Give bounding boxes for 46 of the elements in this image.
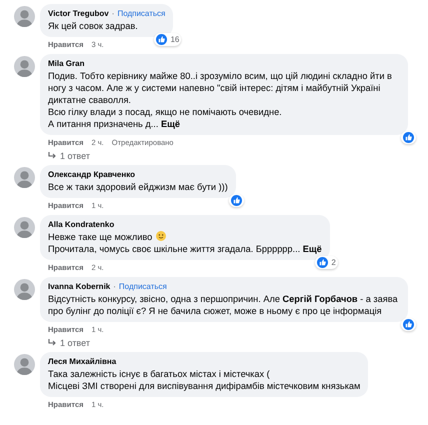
reaction-badge[interactable] (401, 131, 416, 144)
see-more-link[interactable]: Ещё (302, 244, 322, 254)
avatar[interactable] (14, 279, 35, 300)
thumbs-up-icon (403, 319, 414, 330)
avatar[interactable] (14, 354, 35, 375)
avatar[interactable] (14, 56, 35, 77)
author-name[interactable]: Alla Kondratenko (48, 219, 114, 231)
separator-dot: · (113, 282, 116, 291)
author-name[interactable]: Mila Gran (48, 58, 84, 70)
avatar[interactable] (14, 217, 35, 238)
replies-link[interactable]: 1 ответ (40, 335, 90, 348)
thumbs-up-icon (317, 257, 328, 268)
author-name[interactable]: Олександр Кравченко (48, 169, 135, 181)
comment-text: Місцеві ЗМІ створені для виспівування дифірамбів містечковим князькам (48, 381, 360, 391)
reaction-badge[interactable]: 16 (154, 33, 182, 46)
author-name[interactable]: Леся Михайлівна (48, 356, 116, 368)
author-name[interactable]: Victor Tregubov (48, 8, 109, 20)
thumbs-up-icon (230, 195, 242, 206)
see-more-link[interactable]: Ещё (160, 119, 180, 129)
avatar[interactable] (14, 167, 35, 188)
reaction-count: 16 (170, 35, 180, 44)
reply-arrow-icon (48, 339, 57, 347)
comment-text: Як цей совок задрав. (48, 21, 138, 31)
separator-dot: · (112, 9, 114, 18)
reaction-badge[interactable] (401, 318, 416, 331)
comment-text: Відсутність конкурсу, звісно, одна з першопричин. Але Сергій Горбачов - а заява про булінг до поліції є? Я не бачила сюжет, може в ньому є про це інформація (48, 294, 398, 316)
comment-text: Така залежність існує в багатьох містах і містечках ( (48, 369, 270, 379)
replies-link[interactable]: 1 ответ (40, 148, 90, 161)
reaction-badge[interactable]: 2 (315, 256, 338, 269)
follow-link[interactable]: Подписаться (117, 8, 166, 20)
thumbs-up-icon (156, 34, 168, 45)
comment-text: Прочитала, чомусь своє шкільне життя згадала. Брррррр... (48, 244, 300, 254)
reaction-badge[interactable] (228, 194, 244, 207)
comment-text: А питання призначень д... (48, 119, 158, 129)
reaction-count: 2 (331, 258, 336, 267)
comment-text: Невже таке ще можливо (48, 232, 152, 242)
replies-count: 1 ответ (60, 151, 90, 161)
comment-text: Подив. Тобто керівнику майже 80..і зрозуміло всим, що цій людині складно йти в ногу з часом. Але ж у системи напевно "свій інтерес: дітям і майбутній Україні диктатне сваволля. (48, 71, 392, 105)
comment-text: Все ж таки здоровий ейджизм має бути ))) (48, 182, 228, 192)
follow-link[interactable]: Подписаться (118, 281, 167, 293)
reply-arrow-icon (48, 152, 57, 160)
avatar[interactable] (14, 6, 35, 27)
thumbs-up-icon (403, 132, 414, 143)
author-name[interactable]: Ivanna Kobernik (48, 281, 110, 293)
comment-text: Всю гілку влади з посад, якщо не помічають очевидне. (48, 107, 282, 117)
replies-count: 1 ответ (60, 338, 90, 348)
